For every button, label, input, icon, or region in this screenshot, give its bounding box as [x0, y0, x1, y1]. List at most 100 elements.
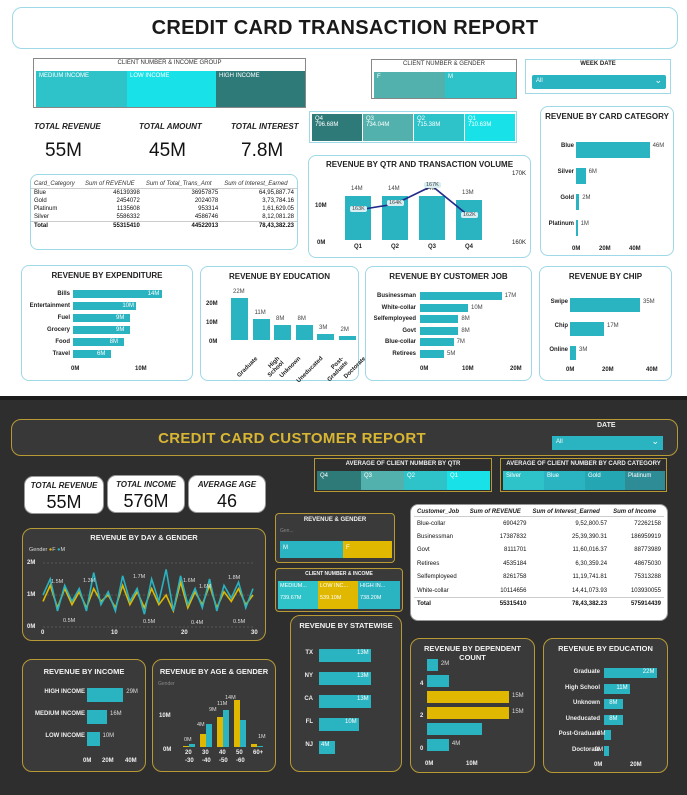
kpi-label: AVERAGE AGE — [197, 480, 257, 489]
data-label: 0.5M — [233, 619, 246, 625]
data-label: 163K — [350, 206, 367, 212]
client-by-card-category-slicer[interactable]: AVERAGE OF CLIENT NUMBER BY CARD CATEGOR… — [500, 458, 667, 492]
kpi-label: TOTAL REVENUE — [30, 481, 98, 490]
quarter-q3-segment[interactable]: Q3 734.04M — [363, 114, 413, 141]
quarter-q3-value: 734.04M — [366, 122, 390, 128]
table-header: Sum of REVENUE — [82, 180, 143, 189]
qtr-q4-segment[interactable]: Q4 — [317, 471, 361, 490]
category-label: TX — [305, 650, 313, 656]
category-label: Blue-collar — [384, 339, 416, 345]
report2-title: CREDIT CARD CUSTOMER REPORT — [158, 430, 426, 447]
bar — [231, 297, 248, 340]
kpi-total-amount-value: 45M — [149, 140, 186, 161]
kpi-total-interest-label: TOTAL INTEREST — [231, 122, 299, 131]
quarter-q4-segment[interactable]: Q4 796.68M — [312, 114, 362, 141]
bar — [570, 322, 604, 336]
data-label: 2M — [594, 746, 604, 753]
income-low-segment[interactable]: LOW INCOME — [127, 71, 216, 107]
gender-slicer[interactable]: CLIENT NUMBER & GENDER F M — [371, 59, 517, 99]
date-dropdown[interactable]: All ⌄ — [552, 436, 663, 450]
bar — [420, 303, 468, 312]
bar — [420, 315, 459, 323]
income-medium-segment[interactable]: MEDIUM INCOME — [36, 71, 127, 107]
data-label: 0.5M — [63, 618, 76, 624]
category-label: Travel — [52, 351, 70, 357]
data-label: 162K — [461, 212, 478, 218]
category-label: Fuel — [57, 315, 70, 321]
data-label: 22M — [233, 288, 245, 295]
bar — [456, 200, 482, 240]
cat-blue-segment[interactable]: Blue — [544, 471, 585, 490]
revenue-by-qtr-chart: REVENUE BY QTR AND TRANSACTION VOLUME 10… — [308, 155, 531, 258]
cat-silver-segment[interactable]: Silver — [503, 471, 544, 490]
week-slicer-label: WEEK DATE — [580, 61, 616, 67]
chart-title: REVENUE & GENDER — [303, 517, 367, 523]
income-group-slicer[interactable]: CLIENT NUMBER & INCOME GROUP MEDIUM INCO… — [33, 58, 306, 108]
cat-gold-segment[interactable]: Gold — [585, 471, 625, 490]
income-medium-block[interactable]: MEDIUM... 739.67M — [278, 581, 318, 609]
y2-tick: 170K — [512, 171, 527, 177]
series-line — [357, 185, 470, 217]
table-total-row: Total 55315410 44522013 78,43,382.23 — [31, 221, 297, 231]
bar — [576, 220, 578, 236]
data-label: 4M — [451, 741, 461, 747]
gender-f-segment[interactable]: F — [374, 72, 445, 98]
x-tick: 50 — [236, 750, 243, 756]
data-label: 13M — [462, 190, 474, 196]
revenue-by-card-category-chart: REVENUE BY CARD CATEGORY 0M 20M 40M Blue… — [540, 106, 674, 256]
slicer-label: AVERAGE OF CLIENT NUMBER BY CARD CATEGOR… — [506, 461, 661, 467]
bar — [240, 720, 246, 747]
gender-f-bar[interactable]: F — [343, 541, 392, 558]
qtr-q3-segment[interactable]: Q3 — [361, 471, 404, 490]
table-row: Platinum 1135608 953314 1,61,629.05 — [34, 206, 294, 212]
gender-slicer-label: CLIENT NUMBER & GENDER — [403, 61, 485, 67]
gender-m-segment[interactable]: M — [445, 72, 516, 98]
data-label: 13M — [357, 673, 369, 679]
category-label: Chip — [554, 323, 568, 329]
bar — [87, 710, 107, 724]
category-label: NY — [304, 673, 313, 679]
category-label: MEDIUM INCOME — [35, 711, 85, 717]
bar — [317, 334, 334, 340]
block-label: LOW INC... — [320, 583, 349, 589]
data-label: 35M — [643, 299, 655, 305]
bar — [604, 745, 609, 756]
week-date-dropdown[interactable]: All ⌄ — [532, 75, 666, 89]
quarter-slicer[interactable]: Q4 796.68M Q3 734.04M Q2 715.38M Q1 710.63M — [309, 111, 517, 143]
quarter-q2-segment[interactable]: Q2 715.38M — [414, 114, 464, 141]
qtr-q1-segment[interactable]: Q1 — [447, 471, 490, 490]
customer-job-table: Customer_Job Sum of REVENUE Sum of Interes… — [410, 504, 668, 621]
data-label: 6M — [97, 351, 106, 357]
category-label: CA — [304, 696, 313, 702]
cat-platinum-segment[interactable]: Platinum — [625, 471, 665, 490]
category-label: Blue — [560, 143, 574, 149]
chart-title: REVENUE BY CARD CATEGORY — [545, 112, 669, 121]
block-value: 739.67M — [280, 595, 302, 601]
client-by-qtr-slicer[interactable]: AVERAGE OF CLIENT NUMBER BY QTR Q4 Q3 Q2… — [314, 458, 492, 492]
gender-m-bar[interactable]: M — [280, 541, 343, 558]
data-label: 2M — [340, 327, 349, 334]
bar — [427, 739, 449, 751]
data-label: 4M — [197, 722, 205, 728]
data-label: 0.5M — [143, 619, 156, 625]
kpi-total-interest-value: 7.8M — [241, 140, 284, 161]
card-category-table: Card_Category Sum of REVENUE Sum of Total_… — [30, 174, 298, 250]
income-low-block[interactable]: LOW INC... 539.10M — [318, 581, 358, 609]
qtr-q2-segment[interactable]: Q2 — [404, 471, 447, 490]
bar — [427, 723, 482, 735]
income-high-block[interactable]: HIGH IN... 738.20M — [358, 581, 400, 609]
y-tick: 10M — [206, 320, 218, 326]
quarter-q1-segment[interactable]: Q1 710.63M — [465, 114, 515, 141]
x-tick: 30 — [251, 630, 258, 636]
week-date-slicer[interactable]: WEEK DATE All ⌄ — [525, 59, 671, 94]
data-label: 2M — [582, 195, 591, 201]
x-tick: Q3 — [428, 244, 437, 250]
category-label: Swipe — [550, 299, 568, 305]
x-tick: 20 — [181, 630, 188, 636]
revenue-by-day-gender-chart: REVENUE BY DAY & GENDER Gender ●F ●M 2M … — [22, 528, 266, 641]
category-label: High School — [565, 684, 600, 691]
client-income-chart: CLIENT NUMBER & INCOME MEDIUM... 739.67M … — [275, 568, 403, 612]
income-high-segment[interactable]: HIGH INCOME — [216, 71, 305, 107]
data-label: 14M — [351, 186, 363, 192]
y-tick: 4 — [420, 681, 424, 687]
